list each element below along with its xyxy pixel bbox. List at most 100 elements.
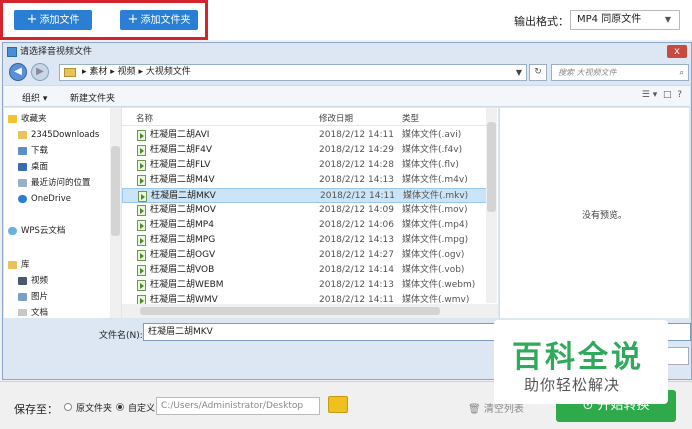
file-name: 枉凝眉二胡M4V <box>150 175 215 185</box>
file-type: 媒体文件(.avi) <box>402 130 462 140</box>
output-format-value: MP4 同原文件 <box>577 14 642 25</box>
trash-icon: 🗑 <box>468 404 484 415</box>
column-header-type[interactable]: 类型 <box>402 112 419 124</box>
media-file-icon <box>137 220 146 231</box>
nav-item-favorites[interactable]: 收藏夹 <box>8 112 47 126</box>
nav-item-videos[interactable]: 视频 <box>18 274 48 288</box>
file-row[interactable]: 枉凝眉二胡VOB2018/2/12 14:14媒体文件(.vob)2 <box>122 263 495 278</box>
nav-item-2345downloads[interactable]: 2345Downloads <box>18 128 99 142</box>
nav-item-downloads[interactable]: 下载 <box>18 144 48 158</box>
star-icon <box>8 114 17 123</box>
nav-item-label: 下载 <box>31 146 49 156</box>
media-file-icon <box>137 250 146 261</box>
nav-item-onedrive[interactable]: OneDrive <box>18 192 71 206</box>
nav-item-label: 视频 <box>31 276 49 286</box>
preview-pane: 没有预览。 <box>499 108 689 318</box>
nav-item-label: 最近访问的位置 <box>31 178 91 188</box>
custom-path-radio[interactable] <box>116 403 124 411</box>
media-file-icon <box>137 175 146 186</box>
file-row[interactable]: 枉凝眉二胡M4V2018/2/12 14:13媒体文件(.m4v)2 <box>122 173 495 188</box>
dialog-close-button[interactable]: x <box>667 45 687 58</box>
search-placeholder: 搜索 大视频文件 <box>558 68 617 77</box>
output-format-label: 输出格式： <box>514 15 569 28</box>
source-folder-label: 原文件夹 <box>76 404 113 414</box>
file-row[interactable]: 枉凝眉二胡F4V2018/2/12 14:29媒体文件(.f4v)2 <box>122 143 495 158</box>
file-name: 枉凝眉二胡OGV <box>150 250 216 260</box>
file-list-scrollbar-thumb[interactable] <box>487 122 496 212</box>
nav-scrollbar-thumb[interactable] <box>111 146 120 236</box>
new-folder-button[interactable]: 新建文件夹 <box>70 91 115 104</box>
back-button[interactable]: ◀ <box>9 63 27 81</box>
file-name: 枉凝眉二胡MP4 <box>150 220 214 230</box>
nav-item-wps-cloud[interactable]: WPS云文档 <box>8 224 65 238</box>
dialog-title: 请选择音视频文件 <box>7 45 92 59</box>
file-type: 媒体文件(.vob) <box>402 265 465 275</box>
nav-item-label: OneDrive <box>31 194 71 204</box>
close-icon: x <box>674 46 680 57</box>
nav-scrollbar[interactable] <box>110 108 121 318</box>
browse-folder-button[interactable] <box>328 396 348 413</box>
nav-item-label: WPS云文档 <box>21 226 66 236</box>
file-row[interactable]: 枉凝眉二胡MOV2018/2/12 14:09媒体文件(.mov)2 <box>122 203 495 218</box>
file-type: 媒体文件(.ogv) <box>402 250 465 260</box>
nav-item-pictures[interactable]: 图片 <box>18 290 48 304</box>
search-input[interactable]: 搜索 大视频文件 ⌕ <box>551 64 689 81</box>
file-row[interactable]: 枉凝眉二胡OGV2018/2/12 14:27媒体文件(.ogv)2 <box>122 248 495 263</box>
navigation-pane: 收藏夹 2345Downloads 下载 桌面 最近访问的位置 OneDrive… <box>4 108 121 318</box>
column-headers: 名称 修改日期 类型 大 <box>122 108 498 126</box>
file-list: 名称 修改日期 类型 大 枉凝眉二胡AVI 2018/2/12 14:11 媒体文件… <box>122 108 498 318</box>
file-list-scrollbar[interactable] <box>486 108 497 303</box>
save-path-input[interactable]: C:/Users/Administrator/Desktop <box>156 397 320 415</box>
view-list-icon: ☰ ▾ <box>641 90 658 100</box>
file-name: 枉凝眉二胡VOB <box>150 265 215 275</box>
file-type: 媒体文件(.f4v) <box>402 145 463 155</box>
file-row[interactable]: 枉凝眉二胡FLV2018/2/12 14:28媒体文件(.flv)2 <box>122 158 495 173</box>
column-header-date[interactable]: 修改日期 <box>319 112 353 124</box>
file-date: 2018/2/12 14:14 <box>319 265 394 275</box>
file-row[interactable]: 枉凝眉二胡AVI2018/2/12 14:11媒体文件(.avi)2 <box>122 128 495 143</box>
view-options[interactable]: ☰ ▾ □ ? <box>642 90 682 100</box>
file-row[interactable]: 枉凝眉二胡MP42018/2/12 14:06媒体文件(.mp4)2 <box>122 218 495 233</box>
media-file-icon <box>137 130 146 141</box>
refresh-button[interactable]: ↻ <box>529 64 547 81</box>
nav-item-label: 收藏夹 <box>21 114 47 124</box>
library-icon <box>8 260 17 269</box>
forward-button[interactable]: ▶ <box>31 63 49 81</box>
file-row[interactable]: 枉凝眉二胡MKV2018/2/12 14:11媒体文件(.mkv)2 <box>122 188 496 203</box>
image-icon <box>18 292 27 301</box>
folder-icon <box>18 130 27 139</box>
address-bar[interactable]: ▸ 素材 ▸ 视频 ▸ 大视频文件 ▼ <box>59 64 527 81</box>
file-type: 媒体文件(.m4v) <box>402 175 468 185</box>
file-type: 媒体文件(.webm) <box>402 280 476 290</box>
file-type: 媒体文件(.flv) <box>402 160 459 170</box>
download-folder-icon <box>18 146 27 155</box>
file-type: 媒体文件(.mp4) <box>402 220 469 230</box>
output-format-select[interactable]: MP4 同原文件 ▼ <box>570 10 680 30</box>
media-file-icon <box>137 160 146 171</box>
file-row[interactable]: 枉凝眉二胡MPG2018/2/12 14:13媒体文件(.mpg)2 <box>122 233 495 248</box>
file-name: 枉凝眉二胡MPG <box>150 235 216 245</box>
custom-path-label: 自定义 <box>128 404 156 414</box>
media-file-icon <box>137 280 146 291</box>
source-folder-radio[interactable] <box>64 403 72 411</box>
chevron-down-icon[interactable]: ▼ <box>516 65 522 80</box>
folder-icon <box>64 68 76 77</box>
nav-item-libraries[interactable]: 库 <box>8 258 30 272</box>
nav-item-documents[interactable]: 文档 <box>18 306 48 316</box>
column-header-name[interactable]: 名称 <box>136 112 153 124</box>
watermark-logo: 百科全说 助你轻松解决 <box>494 320 668 404</box>
file-date: 2018/2/12 14:11 <box>319 130 394 140</box>
nav-item-recent[interactable]: 最近访问的位置 <box>18 176 91 190</box>
nav-item-desktop[interactable]: 桌面 <box>18 160 48 174</box>
video-icon <box>18 276 27 285</box>
app-window: + 添加文件 + 添加文件夹 输出格式： MP4 同原文件 ▼ 请选择音视频文件 x … <box>0 0 692 429</box>
watermark-title: 百科全说 <box>512 340 644 375</box>
nav-item-label: 图片 <box>31 292 49 302</box>
horizontal-scrollbar-thumb[interactable] <box>140 307 440 315</box>
file-name: 枉凝眉二胡WEBM <box>150 280 224 290</box>
file-row[interactable]: 枉凝眉二胡WEBM2018/2/12 14:13媒体文件(.webm)2 <box>122 278 495 293</box>
horizontal-scrollbar[interactable] <box>122 304 498 318</box>
file-name: 枉凝眉二胡MOV <box>150 205 216 215</box>
nav-item-label: 库 <box>21 260 30 270</box>
organize-button[interactable]: 组织 ▾ <box>22 91 47 104</box>
